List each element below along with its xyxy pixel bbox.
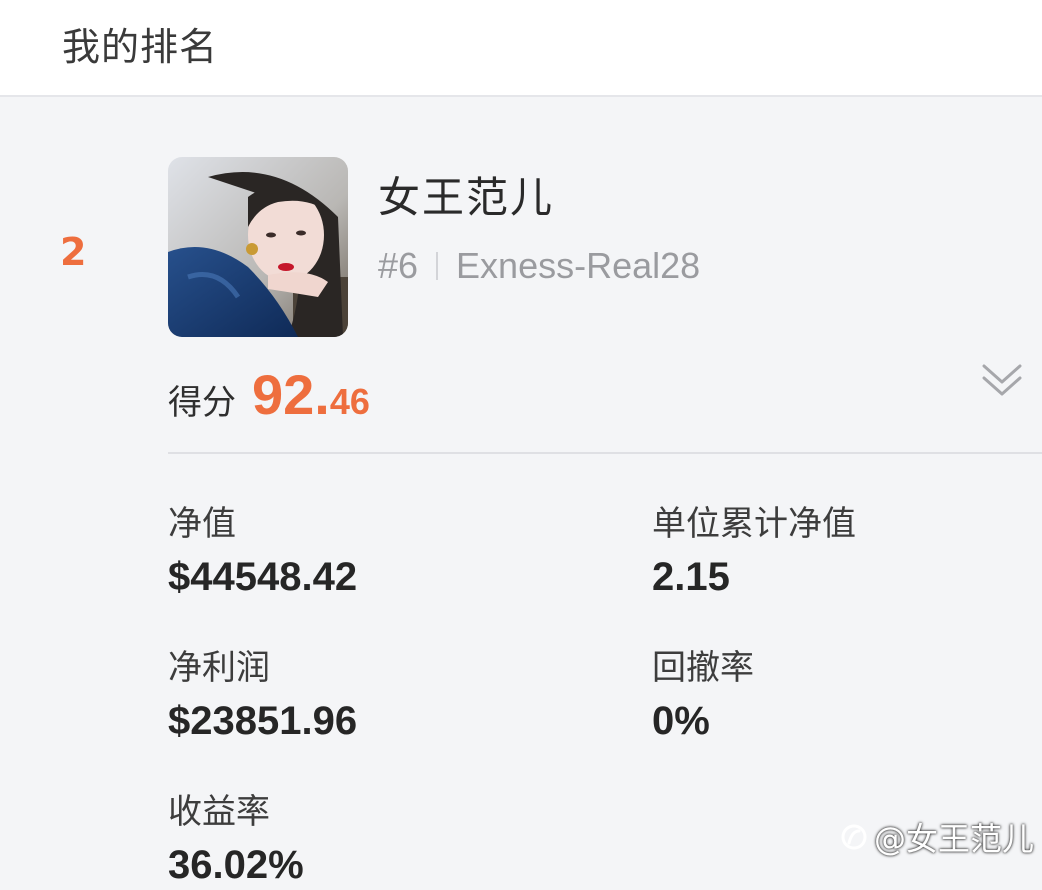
stat-return-rate: 收益率 36.02% [168, 784, 304, 888]
account-number: #6 [378, 245, 419, 286]
expand-button[interactable] [980, 360, 1024, 400]
stat-unit-cumulative-nav: 单位累计净值 2.15 [652, 496, 856, 600]
meta-separator [436, 252, 439, 280]
score-integer: 92. [252, 363, 330, 426]
watermark-text: @女王范儿 [874, 820, 1035, 858]
stat-drawdown: 回撤率 0% [652, 640, 754, 744]
user-name: 女王范儿 [378, 173, 555, 222]
divider [168, 452, 1042, 454]
avatar-image [168, 157, 348, 337]
stat-value: 36.02% [168, 843, 304, 887]
server-name: Exness-Real28 [456, 245, 701, 286]
stat-label: 回撤率 [652, 648, 754, 688]
stat-label: 收益率 [168, 792, 270, 832]
stat-net-value: 净值 $44548.42 [168, 496, 357, 600]
rank-number: 2 [60, 230, 87, 274]
top-bar: 我的排名 [0, 0, 1042, 97]
stat-label: 净值 [168, 504, 236, 544]
stat-value: 2.15 [652, 555, 730, 599]
stat-label: 净利润 [168, 648, 270, 688]
stat-label: 单位累计净值 [652, 504, 856, 544]
watermark: @女王范儿 [840, 814, 1034, 860]
score-decimal: 46 [329, 381, 370, 422]
platform-logo-icon [841, 824, 867, 850]
stat-value: 0% [652, 699, 710, 743]
score-label: 得分 [168, 383, 236, 423]
page-title: 我的排名 [62, 25, 219, 69]
score: 得分 92. 46 [168, 362, 370, 427]
stat-value: $44548.42 [168, 555, 358, 599]
double-chevron-down-icon [982, 364, 1022, 396]
stat-net-profit: 净利润 $23851.96 [168, 640, 357, 744]
avatar[interactable] [168, 157, 348, 337]
account-meta: #6 Exness-Real28 [378, 244, 700, 288]
stat-value: $23851.96 [168, 699, 358, 743]
